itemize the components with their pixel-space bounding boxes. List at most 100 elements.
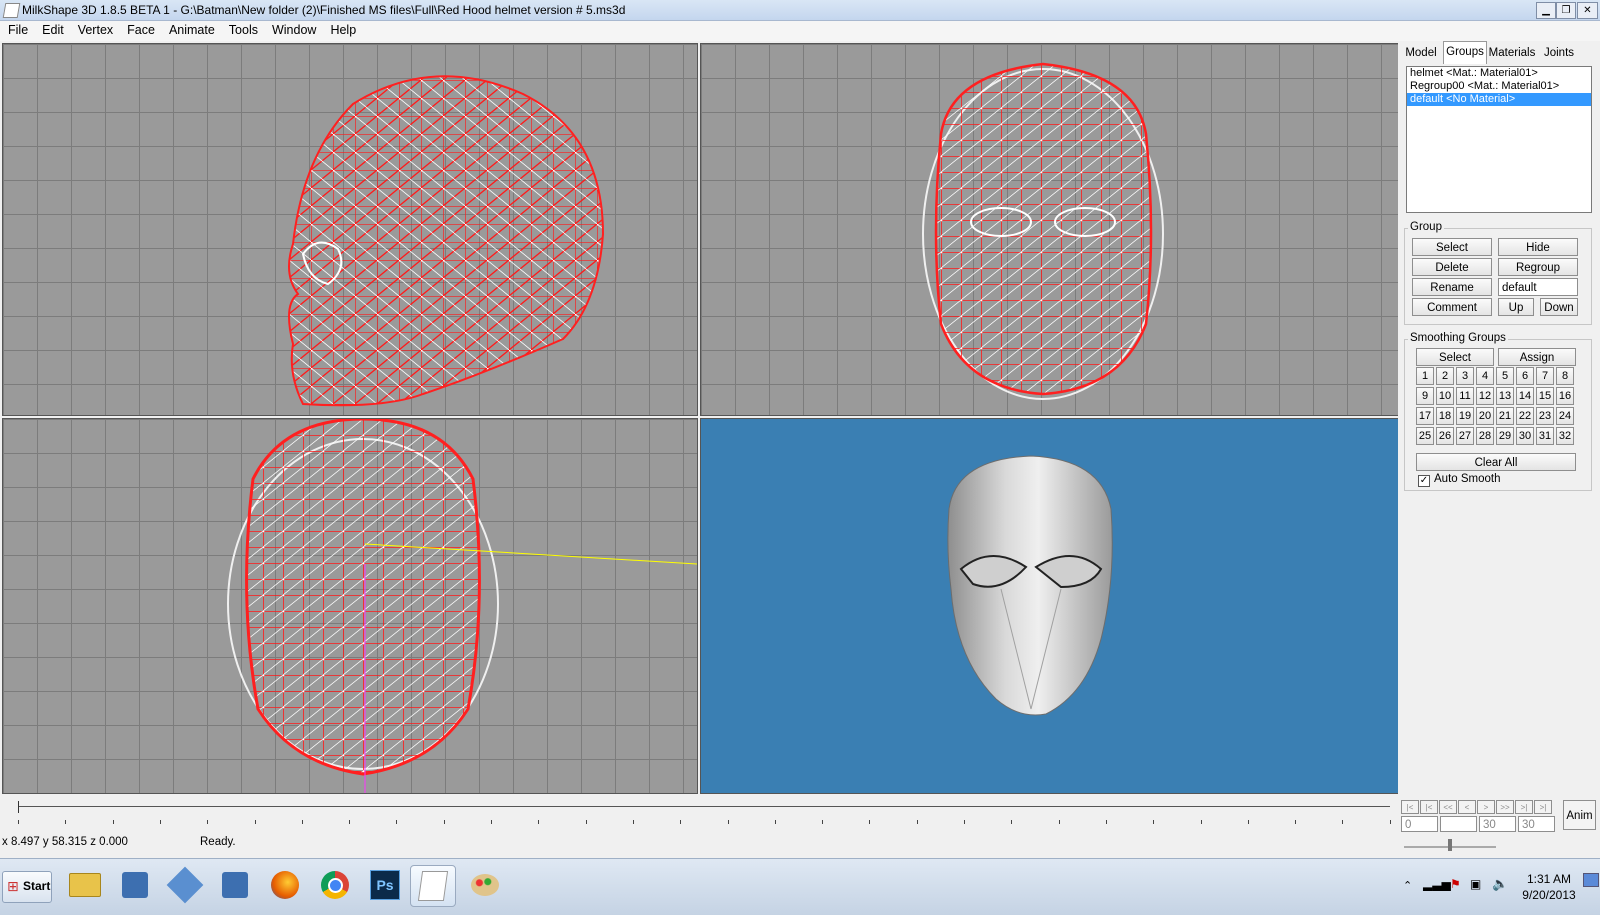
anim-frame-field[interactable]: 0	[1401, 816, 1438, 832]
smoothing-group-22[interactable]: 22	[1516, 407, 1534, 425]
anim-control-button[interactable]: >	[1477, 800, 1495, 814]
viewport-side[interactable]	[2, 43, 698, 416]
clock-time[interactable]: 1:31 AM	[1522, 872, 1576, 886]
network-icon[interactable]	[113, 865, 157, 905]
tab-materials[interactable]: Materials	[1487, 43, 1537, 63]
menu-vertex[interactable]: Vertex	[70, 21, 119, 37]
show-hidden-icons-icon[interactable]: ⌃	[1403, 879, 1412, 892]
clear-all-button[interactable]: Clear All	[1416, 453, 1576, 471]
smoothing-group-2[interactable]: 2	[1436, 367, 1454, 385]
smoothing-assign-button[interactable]: Assign	[1498, 348, 1576, 366]
anim-control-button[interactable]: >>	[1496, 800, 1514, 814]
smoothing-group-18[interactable]: 18	[1436, 407, 1454, 425]
auto-smooth-checkbox[interactable]: ✓	[1418, 475, 1430, 487]
group-comment-button[interactable]: Comment	[1412, 298, 1492, 316]
firefox-icon[interactable]	[263, 865, 307, 905]
smoothing-group-17[interactable]: 17	[1416, 407, 1434, 425]
smoothing-group-4[interactable]: 4	[1476, 367, 1494, 385]
photoshop-icon[interactable]: Ps	[363, 865, 407, 905]
tab-groups[interactable]: Groups	[1443, 41, 1487, 64]
app-icon[interactable]	[163, 865, 207, 905]
smoothing-group-26[interactable]: 26	[1436, 427, 1454, 445]
smoothing-group-8[interactable]: 8	[1556, 367, 1574, 385]
smoothing-group-15[interactable]: 15	[1536, 387, 1554, 405]
volume-icon[interactable]: 🔈	[1492, 876, 1508, 892]
timeline-thumb[interactable]	[18, 801, 19, 813]
smoothing-group-31[interactable]: 31	[1536, 427, 1554, 445]
frame-slider-thumb[interactable]	[1448, 839, 1452, 851]
clock-date[interactable]: 9/20/2013	[1518, 888, 1580, 902]
smoothing-group-10[interactable]: 10	[1436, 387, 1454, 405]
viewport-3d[interactable]	[700, 418, 1399, 794]
folder-icon[interactable]	[63, 865, 107, 905]
smoothing-group-1[interactable]: 1	[1416, 367, 1434, 385]
smoothing-group-21[interactable]: 21	[1496, 407, 1514, 425]
smoothing-group-30[interactable]: 30	[1516, 427, 1534, 445]
smoothing-group-3[interactable]: 3	[1456, 367, 1474, 385]
group-list-item-selected[interactable]: default <No Material>	[1407, 93, 1591, 106]
smoothing-group-7[interactable]: 7	[1536, 367, 1554, 385]
anim-control-button[interactable]: |<	[1420, 800, 1438, 814]
tab-joints[interactable]: Joints	[1540, 43, 1578, 63]
smoothing-group-13[interactable]: 13	[1496, 387, 1514, 405]
group-name-field[interactable]: default	[1498, 278, 1578, 296]
groups-listbox[interactable]: helmet <Mat.: Material01> Regroup00 <Mat…	[1406, 66, 1592, 213]
anim-frame-field[interactable]: 30	[1479, 816, 1516, 832]
menu-window[interactable]: Window	[264, 21, 322, 37]
smoothing-group-25[interactable]: 25	[1416, 427, 1434, 445]
smoothing-group-14[interactable]: 14	[1516, 387, 1534, 405]
smoothing-group-12[interactable]: 12	[1476, 387, 1494, 405]
group-list-item[interactable]: helmet <Mat.: Material01>	[1407, 67, 1591, 80]
anim-control-button[interactable]: |<	[1401, 800, 1419, 814]
viewport-front[interactable]	[700, 43, 1399, 416]
anim-control-button[interactable]: >|	[1534, 800, 1552, 814]
close-button[interactable]: ✕	[1577, 2, 1598, 19]
menu-help[interactable]: Help	[322, 21, 362, 37]
smoothing-group-28[interactable]: 28	[1476, 427, 1494, 445]
network-tray-icon[interactable]: ▣	[1470, 877, 1481, 891]
smoothing-group-27[interactable]: 27	[1456, 427, 1474, 445]
timeline-slider[interactable]	[0, 798, 1398, 828]
smoothing-group-19[interactable]: 19	[1456, 407, 1474, 425]
paint-icon[interactable]	[463, 865, 507, 905]
milkshape-icon[interactable]	[410, 865, 456, 907]
flag-icon[interactable]: ⚑	[1450, 877, 1461, 891]
group-select-button[interactable]: Select	[1412, 238, 1492, 256]
group-rename-button[interactable]: Rename	[1412, 278, 1492, 296]
smoothing-group-29[interactable]: 29	[1496, 427, 1514, 445]
menu-tools[interactable]: Tools	[221, 21, 264, 37]
smoothing-group-9[interactable]: 9	[1416, 387, 1434, 405]
group-up-button[interactable]: Up	[1498, 298, 1534, 316]
smoothing-group-5[interactable]: 5	[1496, 367, 1514, 385]
smoothing-select-button[interactable]: Select	[1416, 348, 1494, 366]
anim-frame-field[interactable]: 30	[1518, 816, 1555, 832]
menu-face[interactable]: Face	[119, 21, 161, 37]
smoothing-group-16[interactable]: 16	[1556, 387, 1574, 405]
smoothing-group-32[interactable]: 32	[1556, 427, 1574, 445]
group-hide-button[interactable]: Hide	[1498, 238, 1578, 256]
menu-file[interactable]: File	[0, 21, 34, 37]
minimize-button[interactable]: ▁	[1536, 2, 1556, 19]
anim-control-button[interactable]: <<	[1439, 800, 1457, 814]
group-down-button[interactable]: Down	[1540, 298, 1578, 316]
chrome-icon[interactable]	[313, 865, 357, 905]
viewport-top[interactable]	[2, 418, 698, 794]
group-regroup-button[interactable]: Regroup	[1498, 258, 1578, 276]
show-desktop-icon[interactable]	[1583, 873, 1599, 887]
tab-model[interactable]: Model	[1402, 43, 1440, 63]
anim-control-button[interactable]: >|	[1515, 800, 1533, 814]
smoothing-group-24[interactable]: 24	[1556, 407, 1574, 425]
restore-button[interactable]: ❐	[1556, 2, 1576, 19]
anim-frame-field[interactable]	[1440, 816, 1477, 832]
start-button[interactable]: ⊞ Start	[2, 871, 52, 903]
group-delete-button[interactable]: Delete	[1412, 258, 1492, 276]
anim-control-button[interactable]: <	[1458, 800, 1476, 814]
menu-edit[interactable]: Edit	[34, 21, 70, 37]
smoothing-group-20[interactable]: 20	[1476, 407, 1494, 425]
network2-icon[interactable]	[213, 865, 257, 905]
smoothing-group-23[interactable]: 23	[1536, 407, 1554, 425]
signal-icon[interactable]: ▂▃▅	[1423, 877, 1451, 891]
smoothing-group-6[interactable]: 6	[1516, 367, 1534, 385]
group-list-item[interactable]: Regroup00 <Mat.: Material01>	[1407, 80, 1591, 93]
anim-button[interactable]: Anim	[1563, 800, 1596, 830]
